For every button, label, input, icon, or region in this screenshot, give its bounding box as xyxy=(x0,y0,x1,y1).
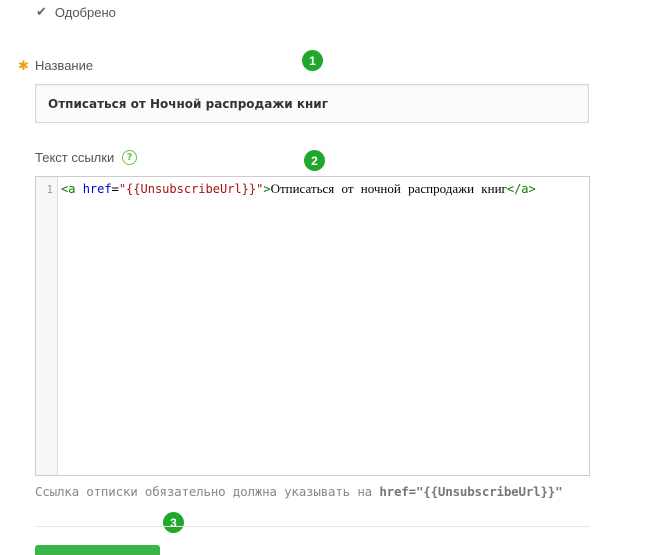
unsubscribe-hint: Ссылка отписки обязательно должна указыв… xyxy=(35,484,563,499)
required-asterisk-icon: ✱ xyxy=(18,59,29,74)
question-icon[interactable]: ? xyxy=(122,150,137,165)
step-marker-2: 2 xyxy=(304,150,325,171)
approval-status: ✔ Одобрено xyxy=(36,5,116,20)
link-code-editor[interactable]: 1 <a href="{{UnsubscribeUrl}}">Отписатьс… xyxy=(35,176,590,476)
step-marker-1: 1 xyxy=(302,50,323,71)
code-tag-close: </a> xyxy=(506,182,536,196)
step-marker-3: 3 xyxy=(163,512,184,533)
line-number: 1 xyxy=(46,183,53,196)
code-tag-bracket: > xyxy=(263,182,271,196)
code-line[interactable]: <a href="{{UnsubscribeUrl}}">Отписаться … xyxy=(61,181,539,197)
status-text: Одобрено xyxy=(54,5,116,20)
code-attribute: href xyxy=(82,182,112,196)
name-input[interactable] xyxy=(35,84,589,123)
hint-code: href="{{UnsubscribeUrl}}" xyxy=(379,484,563,499)
hint-text: Ссылка отписки обязательно должна указыв… xyxy=(35,484,380,499)
code-string: "{{UnsubscribeUrl}}" xyxy=(118,182,264,196)
check-icon: ✔ xyxy=(36,5,47,20)
divider xyxy=(35,526,590,527)
editor-gutter: 1 xyxy=(36,177,58,475)
code-link-text: Отписаться от ночной распродажи книг xyxy=(270,181,507,196)
link-text-label: Текст ссылки xyxy=(35,150,115,165)
code-tag-open: <a xyxy=(61,182,76,196)
code-equals: = xyxy=(111,182,119,196)
save-button[interactable] xyxy=(35,545,160,555)
name-label: Название xyxy=(35,58,94,73)
